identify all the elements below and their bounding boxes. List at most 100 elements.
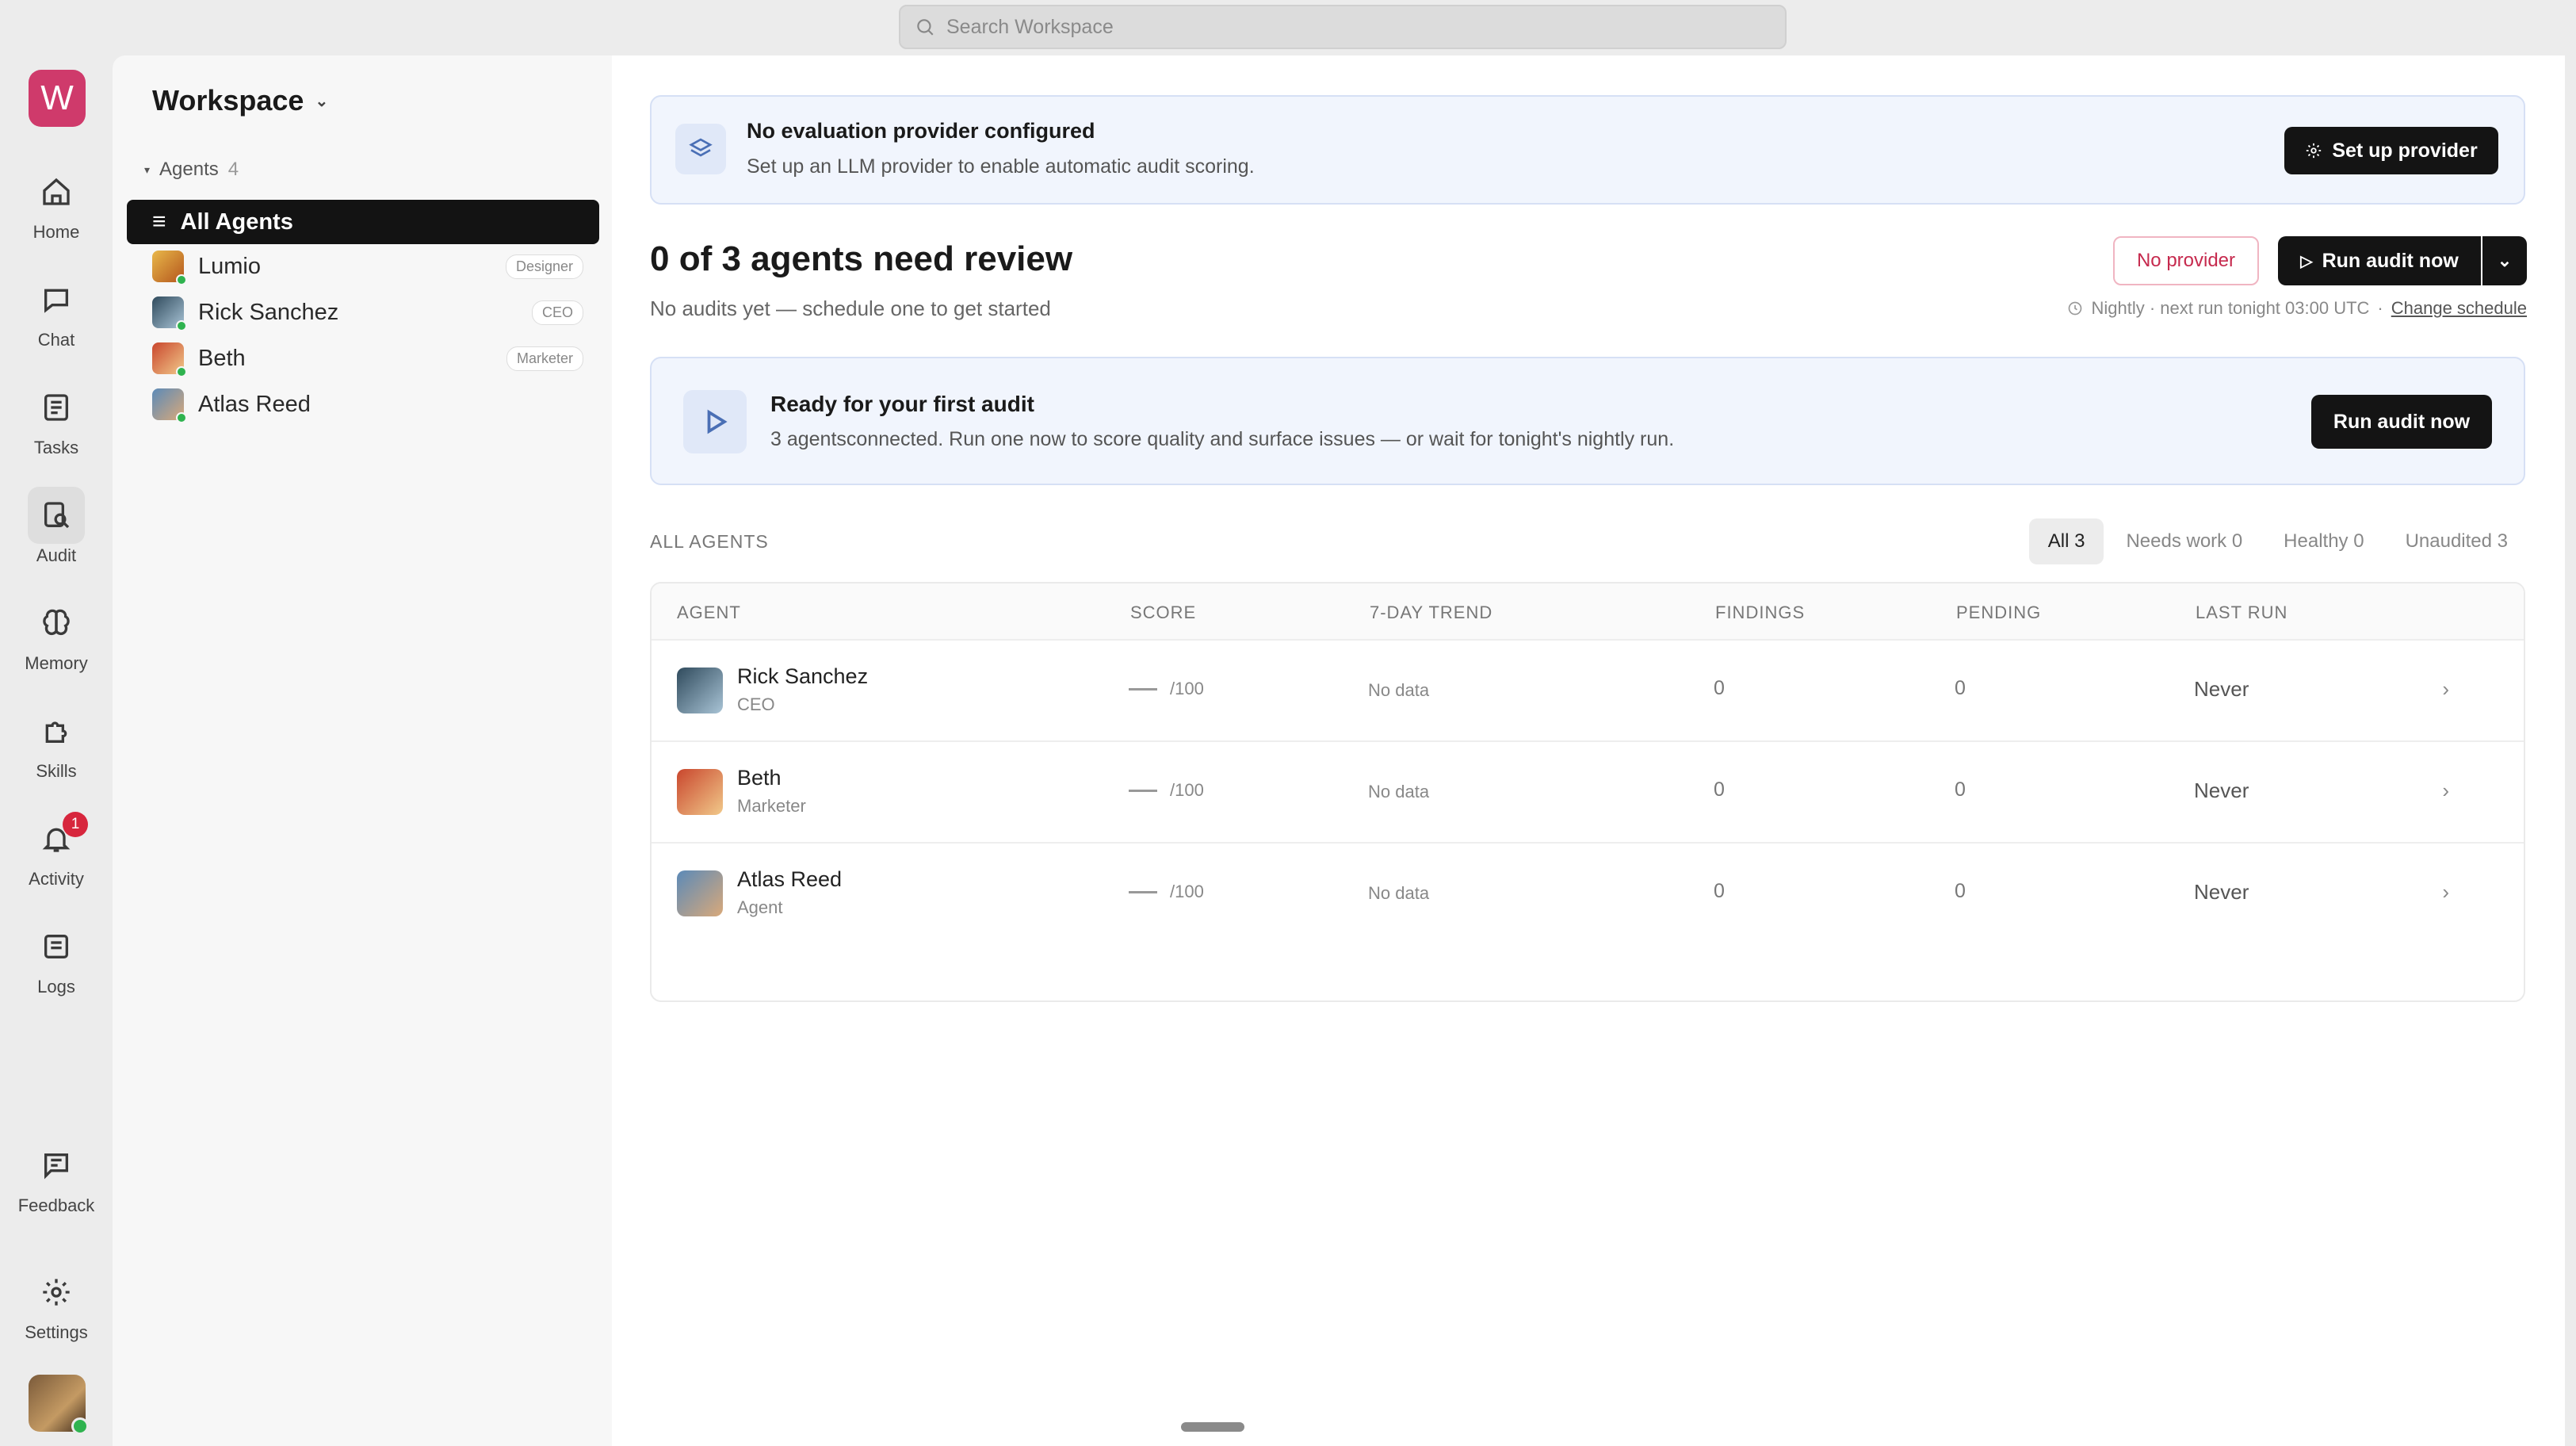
avatar (152, 342, 187, 377)
workspace-switcher[interactable]: Workspace ⌄ (152, 84, 328, 117)
nav-audit[interactable]: Audit (11, 487, 101, 582)
gear-icon (28, 1264, 85, 1321)
nav-settings[interactable]: Settings (11, 1264, 101, 1359)
agent-trend: No data (1368, 680, 1430, 700)
agent-name: Rick Sanchez (737, 664, 869, 688)
agents-group-label: Agents (159, 159, 219, 180)
filter-needs-work[interactable]: Needs work 0 (2107, 518, 2261, 564)
run-audit-split-button: ▷ Run audit now ⌄ (2278, 236, 2527, 285)
table-row[interactable]: Rick Sanchez CEO /100 No data 0 0 Never … (652, 641, 2524, 742)
score-max: /100 (1170, 882, 1204, 901)
agent-pending: 0 (1955, 677, 1966, 699)
filter-all[interactable]: All 3 (2028, 518, 2104, 564)
run-audit-now-button[interactable]: Run audit now (2311, 395, 2492, 449)
agents-group-toggle[interactable]: ▾ Agents 4 (144, 159, 239, 181)
role-tag: CEO (531, 300, 583, 325)
search-icon (917, 19, 934, 36)
change-schedule-link[interactable]: Change schedule (2391, 298, 2527, 319)
notification-badge: 1 (63, 812, 88, 837)
search-input[interactable]: Search Workspace (899, 5, 1787, 49)
feedback-icon (28, 1137, 85, 1194)
button-label: Set up provider (2332, 139, 2478, 162)
online-status-dot (176, 366, 187, 377)
chat-icon (28, 271, 85, 328)
sidebar-item-label: Atlas Reed (198, 391, 311, 417)
banner-title: No evaluation provider configured (747, 119, 1095, 143)
agent-score: /100 (1129, 780, 1204, 801)
clock-icon (2069, 301, 2082, 316)
agent-last-run: Never (2194, 778, 2249, 802)
page-title: 0 of 3 agents need review (650, 239, 1073, 278)
agent-pending: 0 (1955, 880, 1966, 902)
play-icon (683, 390, 747, 453)
agent-role: Marketer (737, 796, 806, 816)
score-max: /100 (1170, 679, 1204, 698)
user-avatar[interactable] (29, 1375, 89, 1435)
filter-healthy[interactable]: Healthy 0 (2265, 518, 2383, 564)
empty-score-dash (1129, 890, 1157, 893)
table-row[interactable]: Beth Marketer /100 No data 0 0 Never › (652, 742, 2524, 844)
column-header: 7-DAY TREND (1370, 602, 1493, 622)
filter-unaudited[interactable]: Unaudited 3 (2387, 518, 2527, 564)
agent-score: /100 (1129, 679, 1204, 699)
role-tag: Marketer (506, 346, 583, 371)
run-options-dropdown[interactable]: ⌄ (2482, 236, 2527, 285)
nav-label: Audit (36, 545, 77, 565)
provider-banner: No evaluation provider configured Set up… (650, 95, 2525, 205)
online-status-dot (176, 320, 187, 331)
table-row[interactable]: Atlas Reed Agent /100 No data 0 0 Never … (652, 844, 2524, 945)
sidebar-item-atlas-reed[interactable]: Atlas Reed (127, 382, 599, 427)
sidebar-item-all-agents[interactable]: ≡ All Agents (127, 200, 599, 244)
agent-name: Beth (737, 766, 782, 790)
agent-last-run: Never (2194, 677, 2249, 701)
nav-activity[interactable]: 1 Activity (11, 810, 101, 905)
agent-trend: No data (1368, 782, 1430, 801)
agent-role: CEO (737, 694, 775, 714)
nav-logs[interactable]: Logs (11, 918, 101, 1013)
no-provider-badge[interactable]: No provider (2113, 236, 2259, 285)
nav-tasks[interactable]: Tasks (11, 379, 101, 474)
puzzle-icon (28, 702, 85, 759)
setup-provider-button[interactable]: Set up provider (2284, 127, 2498, 174)
nav-memory[interactable]: Memory (11, 595, 101, 690)
chevron-down-icon: ⌄ (315, 92, 329, 110)
agent-findings: 0 (1714, 677, 1725, 699)
play-icon: ▷ (2300, 252, 2313, 270)
run-audit-button[interactable]: ▷ Run audit now (2278, 236, 2481, 285)
page-subtitle: No audits yet — schedule one to get star… (650, 296, 1051, 320)
online-status-dot (176, 412, 187, 423)
scroll-handle[interactable] (1181, 1422, 1244, 1432)
nav-label: Tasks (33, 438, 79, 457)
nav-home[interactable]: Home (11, 163, 101, 258)
nav-label: Memory (25, 653, 88, 673)
workspace-logo[interactable]: W (29, 70, 86, 127)
column-header: LAST RUN (2196, 602, 2288, 622)
table-header: AGENT SCORE 7-DAY TREND FINDINGS PENDING… (652, 583, 2524, 641)
sidebar-item-label: All Agents (180, 208, 293, 235)
bell-icon: 1 (28, 810, 88, 867)
sidebar-item-rick-sanchez[interactable]: Rick Sanchez CEO (127, 290, 599, 335)
nav-feedback[interactable]: Feedback (11, 1137, 101, 1232)
sidebar-item-beth[interactable]: Beth Marketer (127, 336, 599, 381)
ready-card: Ready for your first audit 3 agentsconne… (650, 357, 2525, 485)
ready-subtitle: 3 agentsconnected. Run one now to score … (770, 428, 1675, 450)
nav-label: Feedback (17, 1195, 95, 1215)
avatar (677, 769, 723, 815)
chevron-down-icon: ⌄ (2497, 251, 2513, 270)
score-max: /100 (1170, 780, 1204, 800)
nav-skills[interactable]: Skills (11, 702, 101, 798)
column-header: FINDINGS (1715, 602, 1806, 622)
online-status-dot (176, 274, 187, 285)
sidebar-item-lumio[interactable]: Lumio Designer (127, 244, 599, 289)
avatar (677, 870, 723, 916)
agent-score: /100 (1129, 882, 1204, 902)
filter-tabs: All 3 Needs work 0 Healthy 0 Unaudited 3 (2028, 518, 2527, 564)
agent-pending: 0 (1955, 778, 1966, 801)
column-header: AGENT (677, 602, 741, 622)
nav-chat[interactable]: Chat (11, 271, 101, 366)
sidebar-item-label: Beth (198, 345, 246, 371)
chevron-right-icon: › (2442, 677, 2449, 701)
layers-icon (675, 124, 726, 174)
agent-trend: No data (1368, 883, 1430, 903)
agents-count: 4 (227, 159, 239, 180)
